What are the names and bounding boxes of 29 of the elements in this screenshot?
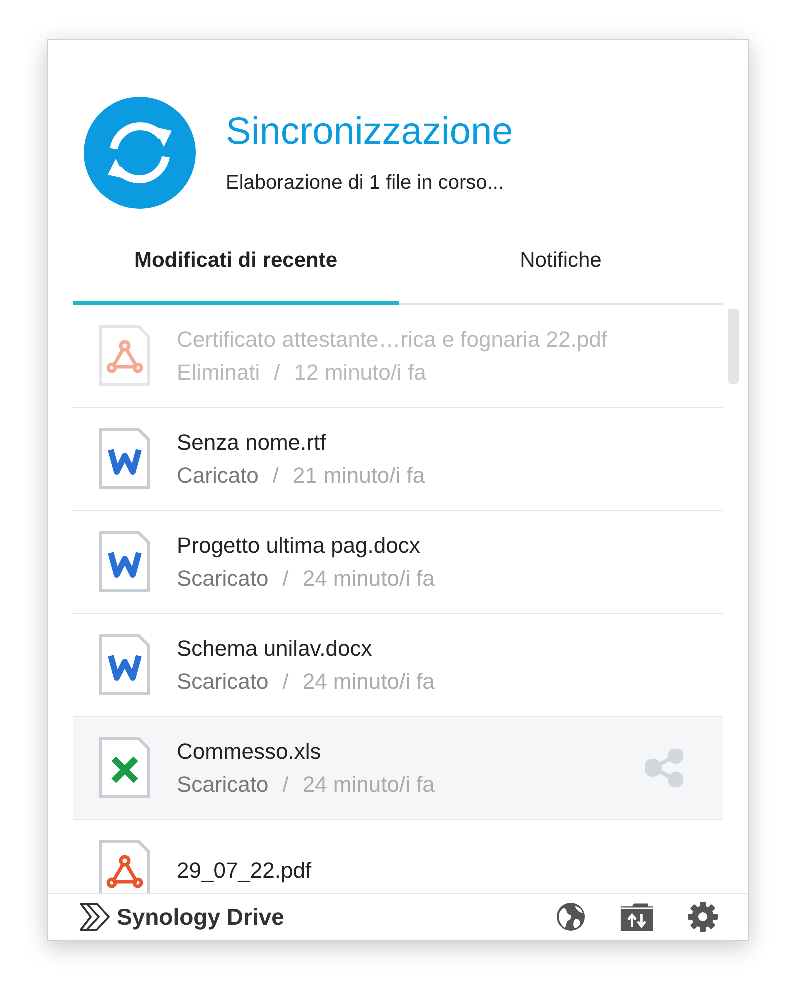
status-subtitle: Elaborazione di 1 file in corso...: [226, 172, 505, 195]
file-time: 12 minuto/i fa: [294, 360, 426, 386]
tab[interactable]: Modificati di recente: [73, 237, 399, 305]
separator: /: [272, 462, 280, 488]
separator: /: [282, 772, 289, 798]
file-name: Senza nome.rtf: [177, 430, 328, 456]
file-time: 24 minuto/i fa: [302, 566, 435, 592]
file-row[interactable]: Commesso.xls Scaricato / 24 minuto/i fa: [73, 717, 723, 820]
file-action: Caricato: [177, 462, 259, 488]
file-action: Scaricato: [177, 772, 269, 798]
brand-name: Synology Drive: [117, 904, 284, 930]
file-name: 29_07_22.pdf: [177, 858, 313, 884]
file-name: Progetto ultima pag.docx: [177, 532, 422, 558]
file-row[interactable]: Progetto ultima pag.docx Scaricato / 24 minuto/i fa: [73, 511, 723, 614]
file-action: Scaricato: [177, 566, 269, 592]
separator: /: [282, 566, 289, 592]
separator: /: [274, 360, 280, 386]
file-time: 24 minuto/i fa: [302, 668, 435, 694]
status-title: Sincronizzazione: [226, 111, 514, 154]
tab[interactable]: Notifiche: [399, 237, 723, 305]
file-time: 21 minuto/i fa: [293, 462, 426, 488]
file-row[interactable]: Senza nome.rtf Caricato / 21 minuto/i fa: [73, 408, 723, 511]
separator: /: [282, 668, 289, 694]
file-name: Certificato attestante…rica e fognaria 22.pdf: [177, 326, 608, 352]
file-name: Schema unilav.docx: [177, 636, 374, 662]
file-name: Commesso.xls: [177, 738, 322, 764]
file-action: Scaricato: [177, 668, 269, 694]
file-time: 24 minuto/i fa: [302, 772, 435, 798]
file-action: Eliminati: [177, 360, 260, 386]
